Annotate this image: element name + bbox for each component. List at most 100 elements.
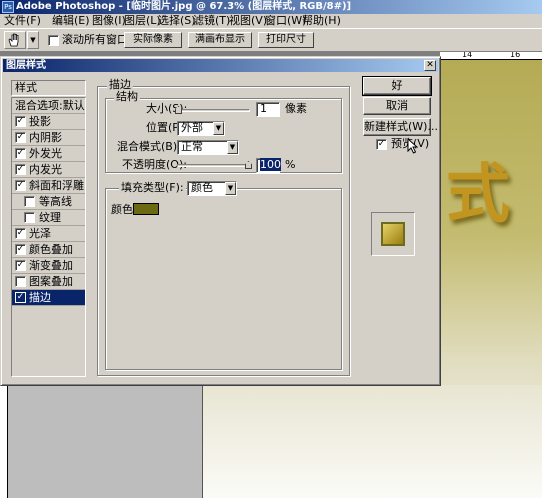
opacity-slider[interactable]: [177, 164, 250, 167]
style-item-label: 图案叠加: [29, 275, 73, 288]
structure-group-label: 结构: [114, 90, 140, 103]
close-button[interactable]: ✕: [424, 60, 436, 71]
tool-preset-picker[interactable]: [4, 31, 26, 49]
menu-layer[interactable]: 图层(L): [124, 14, 161, 28]
style-preview: [371, 212, 415, 256]
dialog-title-bar: 图层样式 ✕: [3, 59, 438, 72]
horizontal-ruler: 14 16: [440, 52, 542, 60]
mouse-cursor-icon: [407, 137, 419, 157]
blend-mode-select[interactable]: 正常 ▼: [177, 140, 239, 155]
close-icon: ✕: [426, 60, 434, 70]
hand-icon: [8, 33, 19, 47]
style-item[interactable]: ✓ 渐变叠加: [12, 258, 85, 274]
style-item[interactable]: ✓ 颜色叠加: [12, 242, 85, 258]
ok-button[interactable]: 好: [362, 76, 432, 96]
menu-help[interactable]: 帮助(H): [302, 14, 341, 28]
style-item-label: 颜色叠加: [29, 243, 73, 256]
preview-checkbox[interactable]: ✓: [376, 139, 387, 150]
position-value: 外部: [181, 121, 203, 134]
style-item-label: 描边: [29, 291, 51, 304]
style-item-label: 渐变叠加: [29, 259, 73, 272]
menu-bar: 文件(F) 编辑(E) 图像(I) 图层(L) 选择(S) 滤镜(T) 视图(V…: [0, 14, 542, 28]
fit-screen-button[interactable]: 满画布显示: [188, 32, 252, 48]
style-item-label: 投影: [29, 115, 51, 128]
size-input[interactable]: 1: [256, 102, 280, 117]
layer-style-dialog: 图层样式 ✕ 样式 混合选项:默认 ✓ 投影 ✓ 内阴影 ✓ 外发光 ✓ 内发光 ✓ 斜面和浮雕 等高…: [0, 56, 441, 386]
dialog-title: 图层样式: [6, 60, 46, 71]
chevron-down-icon: ▼: [213, 122, 224, 135]
ruler-label-16: 16: [510, 52, 521, 59]
chevron-down-icon: ▼: [225, 182, 236, 195]
print-size-button[interactable]: 打印尺寸: [258, 32, 314, 48]
blend-mode-value: 正常: [181, 140, 203, 153]
style-item-checkbox[interactable]: ✓: [15, 260, 26, 271]
style-item-checkbox[interactable]: ✓: [15, 292, 26, 303]
fill-type-label: 填充类型(F):: [119, 181, 186, 195]
style-item[interactable]: ✓ 斜面和浮雕: [12, 178, 85, 194]
stroke-color-swatch[interactable]: [133, 203, 159, 215]
style-item-label: 混合选项:默认: [15, 99, 85, 112]
style-item-label: 斜面和浮雕: [29, 179, 84, 192]
menu-view[interactable]: 视图(V): [229, 14, 267, 28]
opacity-input[interactable]: 100: [256, 158, 281, 173]
style-item[interactable]: 等高线: [12, 194, 85, 210]
menu-edit[interactable]: 编辑(E): [52, 14, 90, 28]
style-item-checkbox[interactable]: ✓: [15, 244, 26, 255]
size-unit: 像素: [285, 102, 307, 115]
style-item-checkbox[interactable]: ✓: [15, 148, 26, 159]
photoshop-icon: Ps: [2, 1, 14, 13]
style-item[interactable]: 纹理: [12, 210, 85, 226]
style-item[interactable]: ✓ 光泽: [12, 226, 85, 242]
style-item-checkbox[interactable]: ✓: [15, 132, 26, 143]
options-bar: ▼ 滚动所有窗口 实际像素 满画布显示 打印尺寸: [0, 28, 542, 52]
style-item-checkbox[interactable]: [15, 276, 26, 287]
style-item[interactable]: ✓ 内阴影: [12, 130, 85, 146]
menu-file[interactable]: 文件(F): [4, 14, 41, 28]
actual-pixels-button[interactable]: 实际像素: [124, 32, 182, 48]
vertical-ruler: [0, 385, 8, 498]
style-item[interactable]: 混合选项:默认: [12, 98, 85, 114]
style-item-label: 内发光: [29, 163, 62, 176]
canvas-pasteboard: [8, 385, 202, 498]
style-preview-thumbnail: [381, 222, 405, 246]
chevron-down-icon: ▼: [227, 141, 238, 154]
styles-list: 混合选项:默认 ✓ 投影 ✓ 内阴影 ✓ 外发光 ✓ 内发光 ✓ 斜面和浮雕 等高线 纹理 ✓ 光泽 ✓ 颜色叠…: [11, 97, 86, 377]
scroll-all-windows-checkbox[interactable]: [48, 35, 59, 46]
style-item[interactable]: ✓ 外发光: [12, 146, 85, 162]
style-item-checkbox[interactable]: ✓: [15, 116, 26, 127]
style-item-checkbox[interactable]: ✓: [15, 228, 26, 239]
checkmark-icon: ✓: [377, 139, 386, 149]
style-item-checkbox[interactable]: ✓: [15, 164, 26, 175]
fill-type-value: 颜色: [191, 181, 213, 194]
style-item-checkbox[interactable]: [24, 212, 35, 223]
style-item-label: 纹理: [39, 211, 61, 224]
size-slider[interactable]: [177, 109, 250, 112]
ruler-label-14: 14: [462, 52, 473, 59]
menu-image[interactable]: 图像(I): [92, 14, 126, 28]
style-item[interactable]: ✓ 描边: [12, 290, 85, 306]
chevron-down-icon[interactable]: ▼: [27, 31, 39, 49]
cancel-button[interactable]: 取消: [363, 97, 431, 115]
opacity-value: 100: [260, 158, 281, 171]
fill-type-select[interactable]: 颜色 ▼: [187, 181, 237, 196]
style-item[interactable]: ✓ 内发光: [12, 162, 85, 178]
style-item-checkbox[interactable]: [24, 196, 35, 207]
fill-group: [105, 188, 342, 370]
style-item-checkbox[interactable]: ✓: [15, 180, 26, 191]
style-item-label: 外发光: [29, 147, 62, 160]
menu-filter[interactable]: 滤镜(T): [193, 14, 230, 28]
style-item[interactable]: 图案叠加: [12, 274, 85, 290]
opacity-unit: %: [285, 158, 296, 171]
style-item-label: 光泽: [29, 227, 51, 240]
style-item[interactable]: ✓ 投影: [12, 114, 85, 130]
style-item-label: 内阴影: [29, 131, 62, 144]
menu-select[interactable]: 选择(S): [158, 14, 196, 28]
document-canvas-lower[interactable]: [202, 385, 542, 498]
position-select[interactable]: 外部 ▼: [177, 121, 225, 136]
app-title-bar: Adobe Photoshop - [临时图片.jpg @ 67.3% (图层样…: [0, 0, 542, 14]
new-style-button[interactable]: 新建样式(W)...: [363, 118, 438, 136]
menu-window[interactable]: 窗口(W): [265, 14, 306, 28]
canvas-text-layer: 式: [446, 157, 510, 232]
styles-header[interactable]: 样式: [11, 80, 86, 96]
blend-mode-label: 混合模式(B):: [117, 140, 181, 153]
